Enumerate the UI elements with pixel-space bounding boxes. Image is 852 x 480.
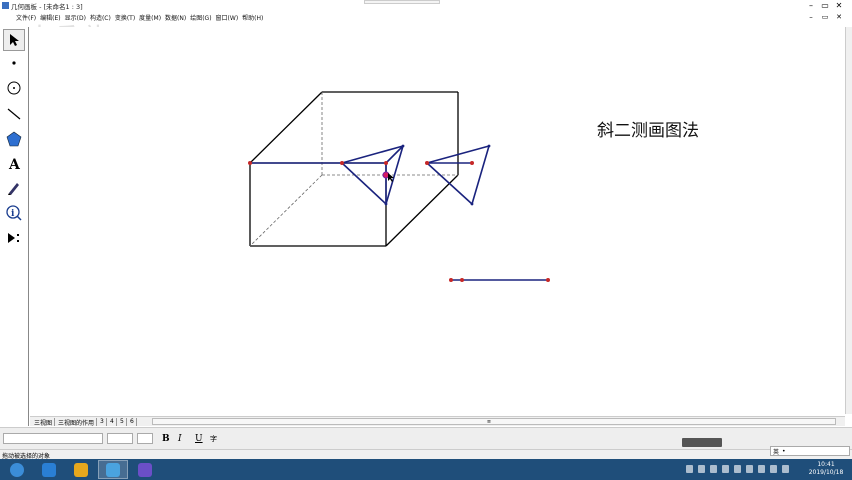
text-format-bar: B I U 字 [0, 427, 852, 449]
page-tab-1[interactable]: 三视图 [32, 418, 56, 427]
tooltip-strip [364, 0, 440, 4]
app-logo-icon [2, 2, 9, 9]
text-A-icon: A [8, 157, 21, 172]
system-tray [686, 465, 789, 475]
ime-toolbar[interactable]: 英 • [770, 446, 850, 456]
ime-mode[interactable]: • [782, 448, 786, 455]
arrow-icon [10, 34, 19, 46]
compass-tool[interactable] [3, 77, 25, 99]
tool-palette-icon[interactable] [682, 438, 722, 447]
clock-time: 10:41 [817, 461, 835, 468]
move-arrow-tool[interactable] [3, 29, 25, 51]
taskbar-geometer[interactable] [98, 460, 128, 479]
tray-icon[interactable] [710, 465, 717, 473]
taskbar-media[interactable] [66, 460, 96, 479]
text-tool[interactable]: A [3, 153, 25, 175]
pen-icon [8, 183, 19, 195]
media-player-icon [74, 462, 88, 477]
menu-transform[interactable]: 变换(T) [113, 11, 137, 22]
tray-icon[interactable] [758, 465, 765, 473]
bold-button[interactable]: B [162, 433, 170, 444]
underline-button[interactable]: U [195, 433, 203, 444]
pentagon-icon [6, 131, 22, 147]
clock-date: 2019/10/18 [808, 469, 844, 476]
tray-icon[interactable] [734, 465, 741, 473]
taskbar-ie[interactable] [34, 460, 64, 479]
font-size-select[interactable] [107, 433, 133, 444]
tray-icon[interactable] [782, 465, 789, 473]
window-title: 几何画板 - [未命名1 : 3] [11, 3, 83, 11]
status-bar: 拖动被选择的对象 [0, 449, 852, 460]
minimize-button[interactable]: – [804, 0, 818, 11]
point-tool[interactable] [3, 52, 25, 74]
canvas-heading[interactable]: 斜二测画图法 [597, 116, 699, 141]
title-bar: 几何画板 - [未命名1 : 3] – ▭ ✕ [0, 0, 852, 11]
taskbar: 10:41 2019/10/18 [0, 459, 852, 480]
geometer-app-icon [106, 462, 120, 477]
play-menu-icon [8, 233, 19, 243]
system-clock[interactable]: 10:41 2019/10/18 [806, 461, 846, 477]
text-color-button[interactable]: 字 [210, 433, 217, 444]
doc-close-button[interactable]: ✕ [832, 11, 846, 22]
page-tab-6[interactable]: 6 [128, 418, 137, 426]
tray-icon[interactable] [698, 465, 705, 473]
tray-icon[interactable] [722, 465, 729, 473]
doc-restore-button[interactable]: ▭ [818, 11, 832, 22]
circle-icon [7, 81, 21, 95]
app-window: 几何画板 - [未命名1 : 3] – ▭ ✕ 文件(F) 编辑(E) 显示(D… [0, 0, 852, 480]
marker-tool[interactable] [3, 177, 25, 199]
menu-bar: 文件(F) 编辑(E) 显示(D) 构造(C) 变换(T) 度量(M) 数据(N… [0, 11, 852, 22]
polygon-tool[interactable] [3, 128, 25, 150]
page-tab-4[interactable]: 4 [108, 418, 117, 426]
page-tab-3[interactable]: 3 [98, 418, 107, 426]
page-tab-5[interactable]: 5 [118, 418, 127, 426]
doc-minimize-button[interactable]: – [804, 11, 818, 22]
menu-measure[interactable]: 度量(M) [137, 11, 163, 22]
straightedge-tool[interactable] [3, 103, 25, 125]
italic-button[interactable]: I [178, 433, 182, 444]
start-button[interactable] [2, 460, 32, 479]
information-tool[interactable]: i [3, 202, 25, 224]
menu-graph[interactable]: 绘图(G) [188, 11, 213, 22]
app-icon [138, 462, 152, 477]
font-style-box[interactable] [137, 433, 153, 444]
page-tab-2[interactable]: 三视图的作用 [56, 418, 98, 427]
menu-number[interactable]: 数据(N) [163, 11, 188, 22]
vertical-scrollbar[interactable] [845, 27, 852, 414]
svg-text:A: A [8, 157, 21, 172]
scroll-thumb[interactable]: ≡ [485, 419, 493, 425]
ime-language[interactable]: 英 [773, 447, 779, 456]
horizontal-scrollbar[interactable]: ≡ [152, 418, 836, 425]
line-icon [7, 108, 21, 120]
taskbar-app[interactable] [130, 460, 160, 479]
close-button[interactable]: ✕ [832, 0, 846, 11]
toolbox: A i [0, 27, 29, 426]
sketch-canvas[interactable] [30, 27, 845, 414]
maximize-button[interactable]: ▭ [818, 0, 832, 11]
document-controls: – ▭ ✕ [804, 11, 846, 22]
custom-tool[interactable] [3, 227, 25, 249]
point-icon [12, 61, 16, 65]
menu-window[interactable]: 窗口(W) [214, 11, 241, 22]
tray-icon[interactable] [770, 465, 777, 473]
font-name-select[interactable] [3, 433, 103, 444]
svg-text:i: i [11, 209, 15, 219]
info-icon: i [6, 205, 22, 221]
tray-icon[interactable] [686, 465, 693, 473]
tray-icon[interactable] [746, 465, 753, 473]
menu-help[interactable]: 帮助(H) [240, 11, 265, 22]
windows-logo-icon [10, 462, 24, 477]
window-controls: – ▭ ✕ [804, 0, 846, 11]
internet-explorer-icon [42, 462, 56, 477]
